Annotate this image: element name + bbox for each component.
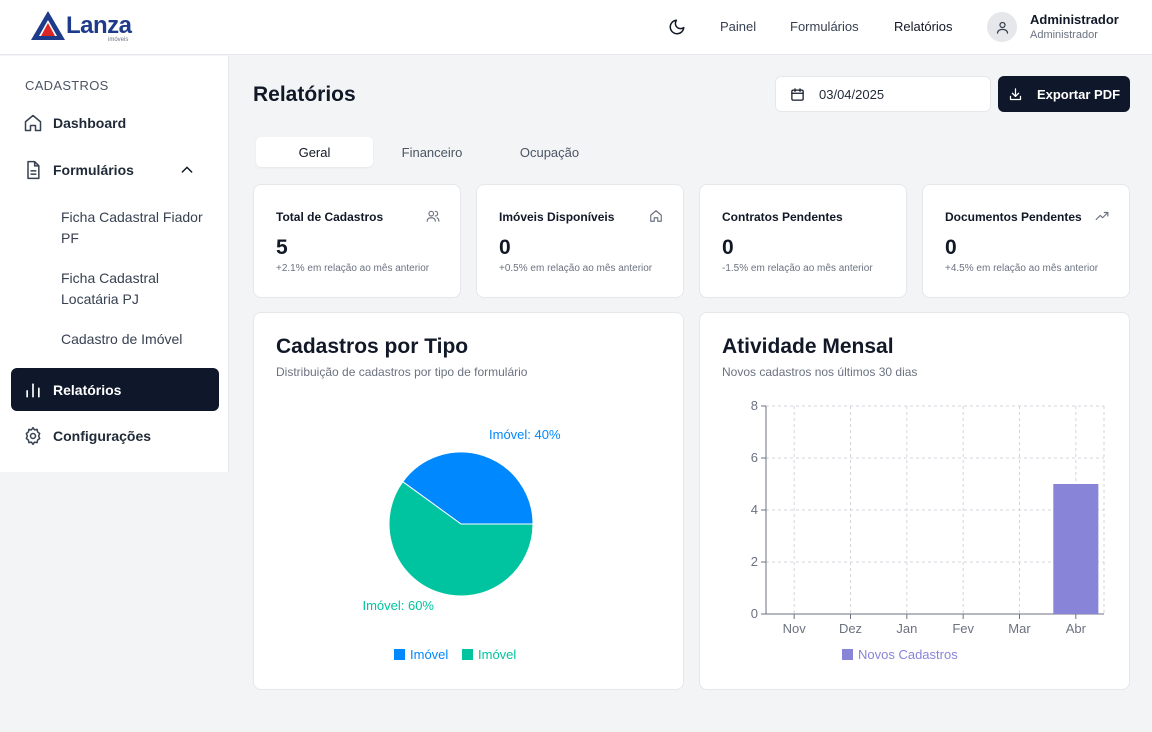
- stat-card-total-cadastros: Total de Cadastros 5 +2.1% em relação ao…: [253, 184, 461, 298]
- document-icon: [27, 160, 40, 179]
- sidebar-item-label: Formulários: [53, 161, 134, 178]
- chevron-up-icon[interactable]: [179, 162, 195, 178]
- calendar-icon: [791, 87, 804, 101]
- stat-title: Documentos Pendentes: [945, 210, 1082, 224]
- nav-painel[interactable]: Painel: [720, 19, 756, 34]
- pie-data-label: Imóvel: 40%: [489, 427, 561, 442]
- sidebar-item-formularios[interactable]: Formulários: [11, 148, 219, 191]
- brand-tagline: imóveis: [108, 37, 129, 43]
- pie-chart: Imóvel: 40% Imóvel: 60% Imóvel Imóvel: [362, 427, 561, 662]
- sidebar-subitem-fiador-pf[interactable]: Ficha Cadastral Fiador PF: [61, 207, 211, 249]
- sidebar-subitem-cadastro-imovel[interactable]: Cadastro de Imóvel: [61, 329, 211, 350]
- gear-icon: [25, 426, 41, 445]
- legend-label: Novos Cadastros: [858, 647, 958, 662]
- stat-note: -1.5% em relação ao mês anterior: [722, 263, 873, 274]
- sidebar-item-label: Configurações: [53, 427, 152, 444]
- stat-note: +0.5% em relação ao mês anterior: [499, 263, 653, 274]
- sidebar-subitem-locataria-pj[interactable]: Ficha Cadastral Locatária PJ: [61, 268, 211, 310]
- top-bar: Lanza imóveis Painel Formulários Relatór…: [0, 0, 1152, 55]
- nav-relatorios[interactable]: Relatórios: [894, 19, 953, 34]
- legend-swatch: [462, 649, 473, 660]
- stat-title: Contratos Pendentes: [722, 210, 843, 224]
- user-icon: [996, 21, 1008, 34]
- sidebar-item-dashboard[interactable]: Dashboard: [11, 101, 219, 144]
- y-tick-label: 8: [751, 398, 758, 413]
- stat-note: +4.5% em relação ao mês anterior: [945, 263, 1099, 274]
- tab-geral[interactable]: Geral: [256, 137, 373, 167]
- bar-chart-panel: Atividade Mensal Novos cadastros nos últ…: [699, 312, 1130, 690]
- download-icon: [1009, 87, 1022, 100]
- brand-name: Lanza: [66, 12, 132, 39]
- export-pdf-button[interactable]: Exportar PDF: [998, 76, 1130, 112]
- stat-value: 0: [722, 236, 734, 259]
- stat-card-documentos-pendentes: Documentos Pendentes 0 +4.5% em relação …: [922, 184, 1130, 298]
- brand-logo[interactable]: Lanza imóveis: [30, 8, 140, 46]
- pie-chart-panel: Cadastros por Tipo Distribuição de cadas…: [253, 312, 684, 690]
- x-tick-label: Mar: [1008, 621, 1031, 636]
- y-tick-label: 0: [751, 606, 758, 621]
- stat-note: +2.1% em relação ao mês anterior: [276, 263, 430, 274]
- y-tick-label: 2: [751, 554, 758, 569]
- sidebar-section-label: CADASTROS: [25, 78, 109, 93]
- sidebar: CADASTROS Dashboard Formulários Ficha Ca…: [0, 56, 229, 472]
- stat-value: 5: [276, 236, 288, 259]
- x-tick-label: Dez: [839, 621, 862, 636]
- bar: [1053, 484, 1099, 614]
- users-icon: [426, 210, 440, 222]
- sidebar-item-configuracoes[interactable]: Configurações: [11, 414, 219, 457]
- x-tick-label: Abr: [1066, 621, 1087, 636]
- nav-formularios[interactable]: Formulários: [790, 19, 859, 34]
- stat-value: 0: [499, 236, 511, 259]
- x-tick-label: Fev: [952, 621, 974, 636]
- date-value: 03/04/2025: [819, 86, 885, 102]
- stat-title: Imóveis Disponíveis: [499, 210, 615, 224]
- logo-mark-icon: [31, 11, 65, 40]
- report-tabs: Geral Financeiro Ocupação: [253, 135, 608, 169]
- moon-icon[interactable]: [668, 18, 686, 36]
- stat-title: Total de Cadastros: [276, 210, 384, 224]
- sidebar-item-label: Dashboard: [53, 114, 127, 131]
- avatar[interactable]: [987, 12, 1017, 42]
- y-tick-label: 6: [751, 450, 758, 465]
- trending-up-icon: [1095, 211, 1109, 221]
- sidebar-item-label: Relatórios: [53, 381, 122, 398]
- stat-card-imoveis-disponiveis: Imóveis Disponíveis 0 +0.5% em relação a…: [476, 184, 684, 298]
- pie-data-label: Imóvel: 60%: [362, 598, 434, 613]
- stat-value: 0: [945, 236, 957, 259]
- page-title: Relatórios: [253, 83, 356, 106]
- tab-financeiro[interactable]: Financeiro: [373, 137, 491, 167]
- house-icon: [650, 210, 662, 222]
- home-icon: [24, 114, 42, 131]
- date-picker[interactable]: 03/04/2025: [775, 76, 991, 112]
- user-name[interactable]: Administrador: [1030, 12, 1119, 27]
- export-label: Exportar PDF: [1036, 86, 1121, 102]
- x-tick-label: Jan: [896, 621, 917, 636]
- y-tick-label: 4: [751, 502, 758, 517]
- legend-label: Imóvel: [410, 647, 448, 662]
- legend-swatch: [394, 649, 405, 660]
- bar-chart: 0 2 4 6 8 Nov Dez Jan Fev Mar Abr Novos Cadastros: [751, 398, 1105, 662]
- x-tick-label: Nov: [783, 621, 807, 636]
- bar-chart-icon: [26, 382, 40, 397]
- sidebar-item-relatorios[interactable]: Relatórios: [11, 368, 219, 411]
- user-role: Administrador: [1030, 29, 1098, 41]
- legend-swatch: [842, 649, 853, 660]
- tab-ocupacao[interactable]: Ocupação: [491, 137, 608, 167]
- stat-card-contratos-pendentes: Contratos Pendentes 0 -1.5% em relação a…: [699, 184, 907, 298]
- legend-label: Imóvel: [478, 647, 516, 662]
